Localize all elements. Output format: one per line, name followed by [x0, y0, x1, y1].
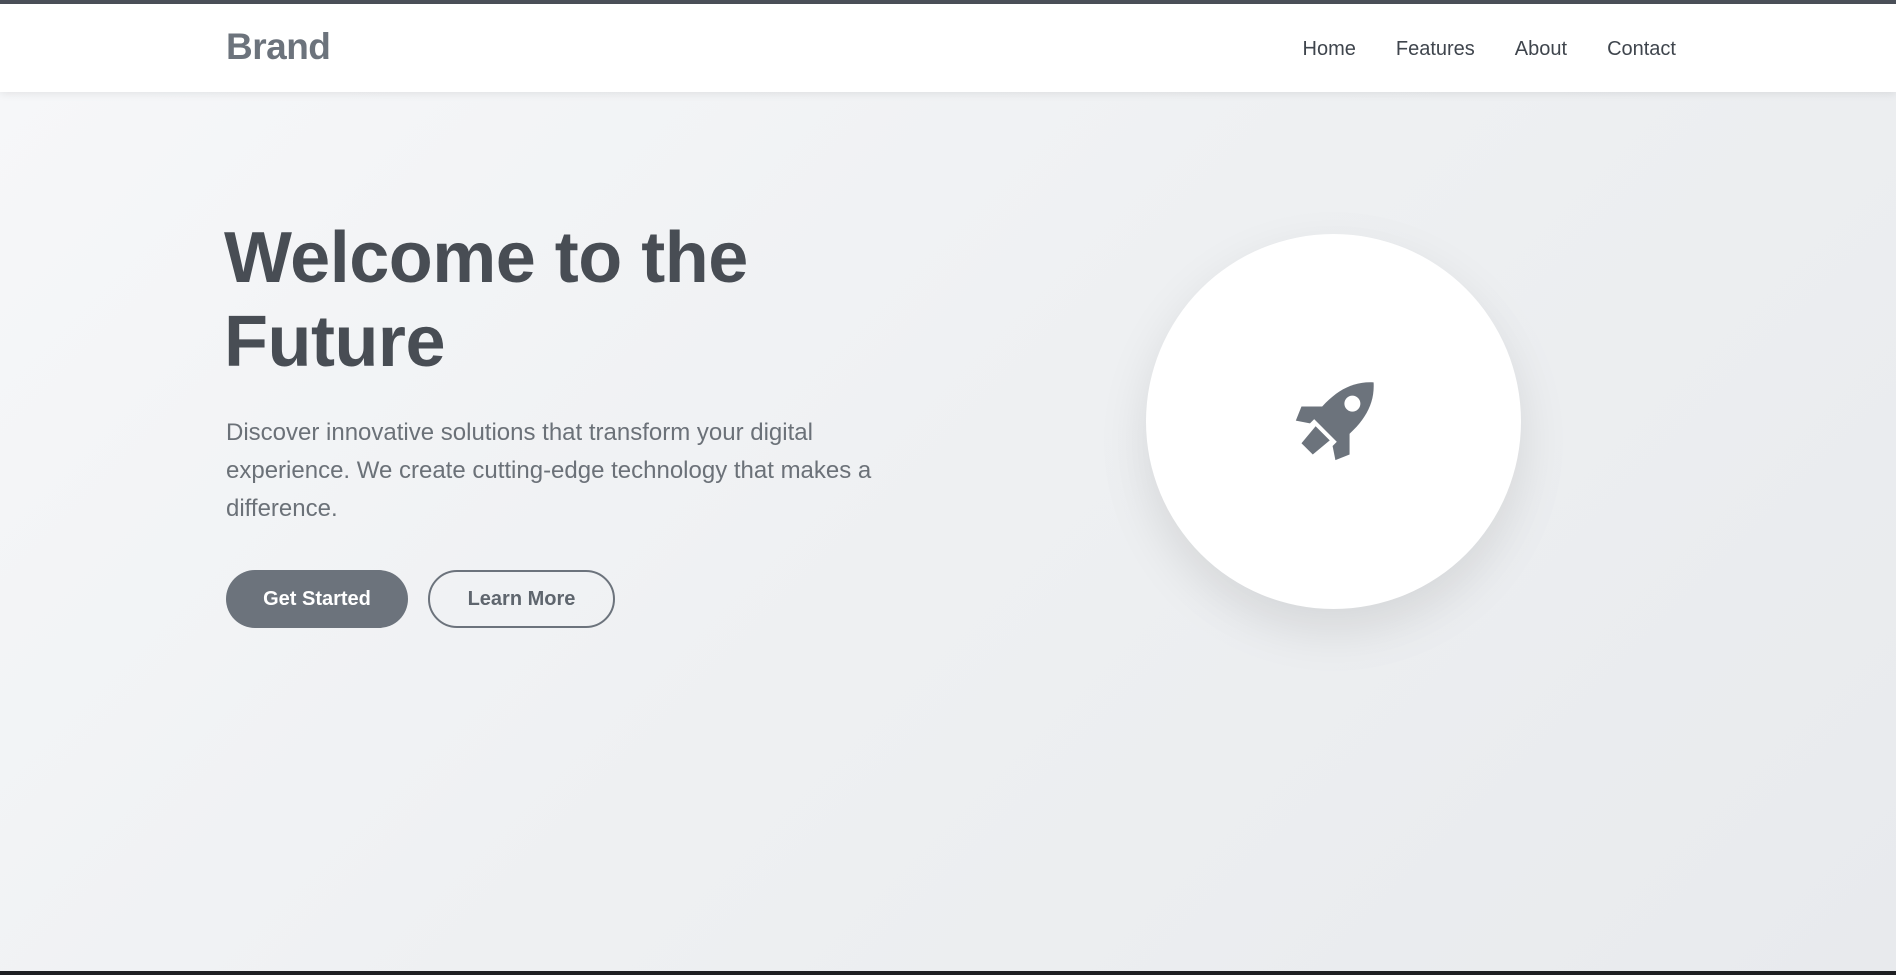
nav-link-contact[interactable]: Contact: [1607, 38, 1676, 61]
learn-more-button[interactable]: Learn More: [428, 570, 615, 628]
nav-link-about[interactable]: About: [1515, 38, 1567, 61]
brand-logo[interactable]: Brand: [226, 26, 331, 68]
nav-links: Home Features About Contact: [1263, 38, 1677, 61]
rocket-icon: [1295, 381, 1374, 460]
nav-link-features[interactable]: Features: [1396, 38, 1475, 61]
bottom-border: [0, 971, 1896, 975]
hero-title-line1: Welcome to the: [224, 218, 748, 298]
hero-description: Discover innovative solutions that trans…: [226, 419, 872, 522]
navbar: Brand Home Features About Contact: [0, 4, 1896, 92]
nav-link-home[interactable]: Home: [1303, 38, 1356, 61]
hero-title-line2: Future: [224, 302, 445, 382]
hero-title: Welcome to the Future: [224, 216, 984, 384]
hero-illustration: [1146, 234, 1521, 609]
get-started-button[interactable]: Get Started: [226, 570, 408, 628]
